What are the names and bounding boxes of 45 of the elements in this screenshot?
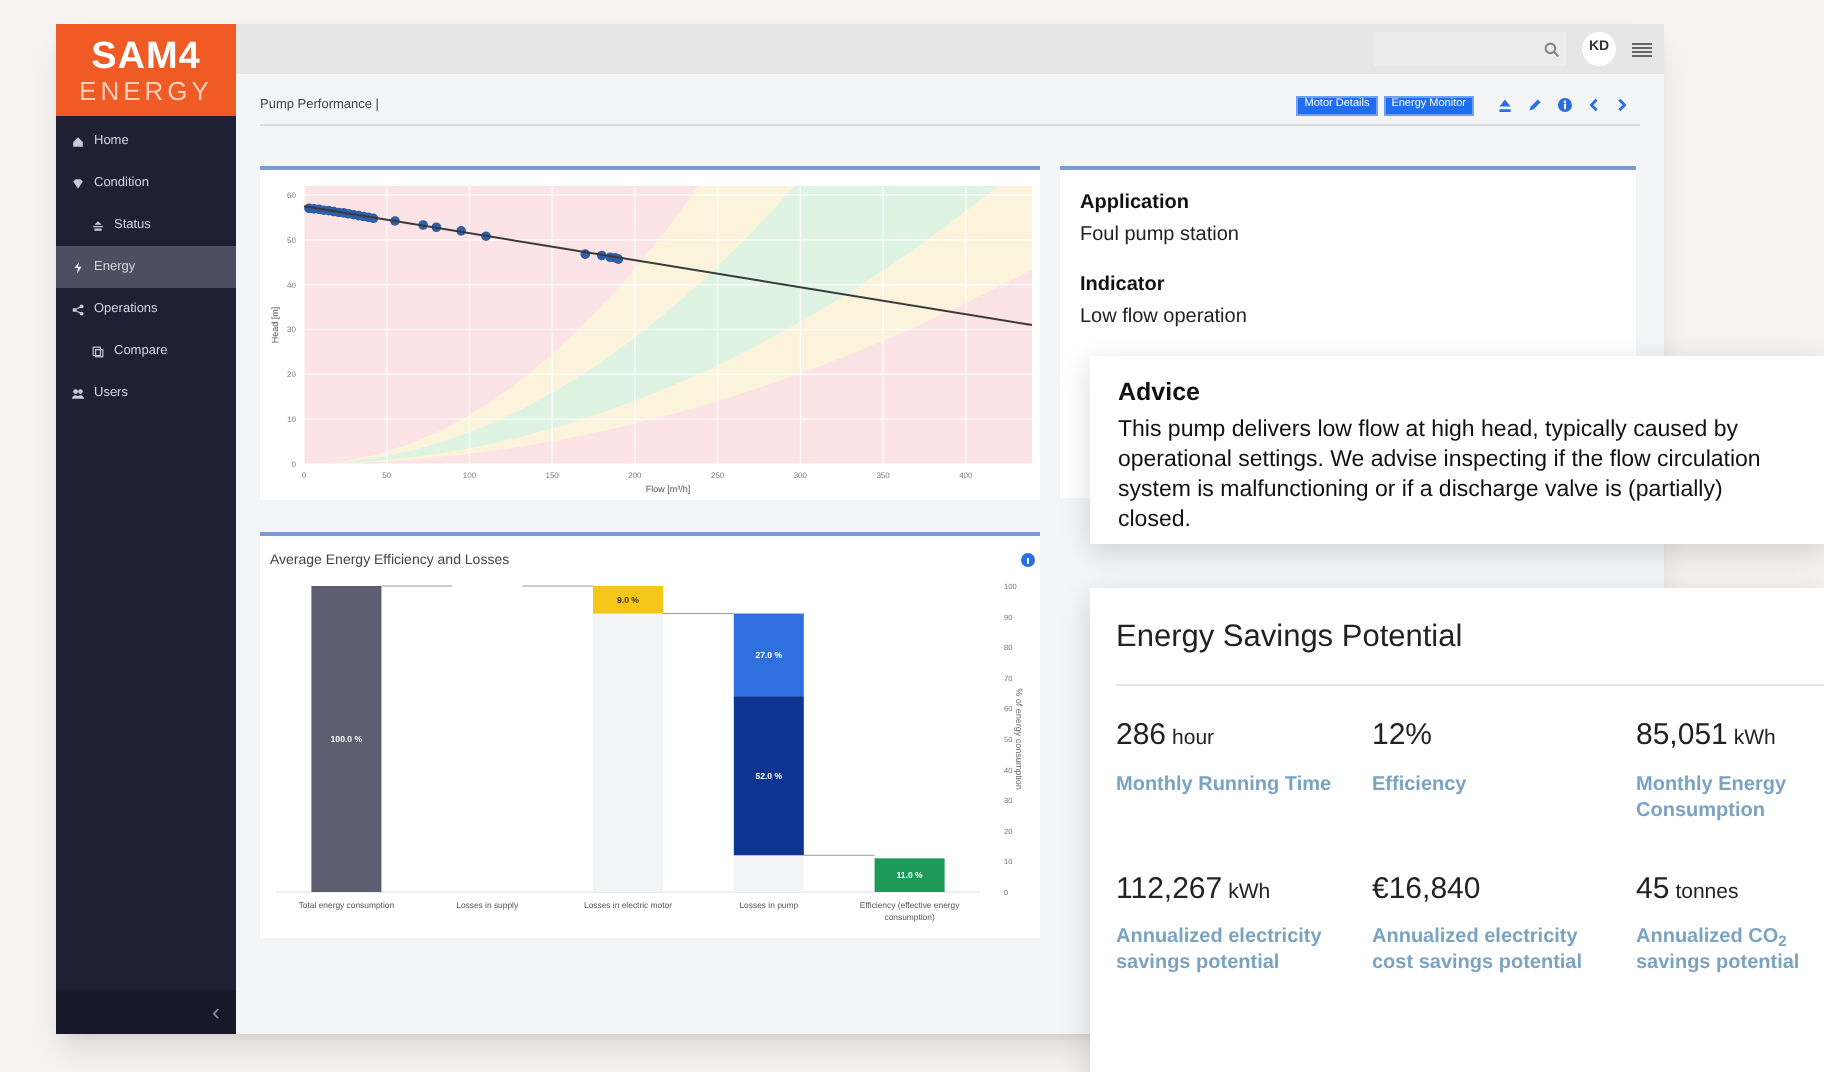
advice-text: This pump delivers low flow at high head, typically caused by operational settings. We advise inspecting if the flow circulation system is malfunctioning or if a discharge valve is (partially) closed. xyxy=(1118,415,1763,536)
pencil-icon[interactable] xyxy=(1528,98,1542,112)
metric-value: 286 xyxy=(1116,716,1167,757)
users-icon xyxy=(72,387,84,399)
section-heading: Application xyxy=(1080,190,1191,218)
metric-label: Annualized CO$_{2}$ savings potential xyxy=(1636,924,1802,977)
info-icon[interactable] xyxy=(1558,98,1572,112)
previous-icon[interactable] xyxy=(1588,98,1600,112)
next-icon[interactable] xyxy=(1616,98,1628,112)
metric-value: 12% xyxy=(1372,716,1433,757)
stack-icon xyxy=(92,219,104,231)
section-value: Low flow operation xyxy=(1080,304,1249,332)
metric-label: Annualized electricity savings potential xyxy=(1116,924,1324,977)
metric-unit: tonnes xyxy=(1675,877,1739,908)
logo-text: SAM4 xyxy=(91,37,201,75)
upload-icon[interactable] xyxy=(1498,98,1512,112)
metric-value: 112,267 xyxy=(1116,869,1223,910)
search-field[interactable] xyxy=(1374,32,1566,66)
logo-text: ENERGY xyxy=(79,77,213,103)
metric-value: 85,051 xyxy=(1636,716,1728,757)
metric-value: €16,840 xyxy=(1372,869,1481,910)
advice-heading: Advice xyxy=(1118,376,1202,410)
metric-unit: hour xyxy=(1172,724,1215,755)
metric-label: Monthly Running Time xyxy=(1116,771,1334,798)
chart-bar xyxy=(593,586,663,614)
metric-label: Annualized electricity cost savings potential xyxy=(1372,924,1585,977)
metric-label: Efficiency xyxy=(1372,771,1469,798)
section-value: Foul pump station xyxy=(1080,222,1241,250)
bolt-icon xyxy=(72,261,84,273)
nodes-icon xyxy=(72,303,84,315)
menu-icon[interactable] xyxy=(1632,41,1652,57)
copy-icon xyxy=(92,345,104,357)
offset-bar xyxy=(733,855,804,892)
gem-icon xyxy=(72,177,84,189)
metric-label: Monthly Energy Consumption xyxy=(1636,771,1789,824)
chart-bar xyxy=(874,858,945,892)
home-icon xyxy=(72,135,84,147)
metric-value: 45 xyxy=(1636,869,1670,910)
metric-unit: kWh xyxy=(1228,877,1271,908)
search-icon xyxy=(1544,41,1560,57)
metric-unit: kWh xyxy=(1733,724,1776,755)
savings-title: Energy Savings Potential xyxy=(1116,618,1465,658)
section-heading: Indicator xyxy=(1080,272,1167,300)
info-icon[interactable] xyxy=(1021,553,1035,567)
collapse-button[interactable]: ‹ xyxy=(212,1000,220,1024)
